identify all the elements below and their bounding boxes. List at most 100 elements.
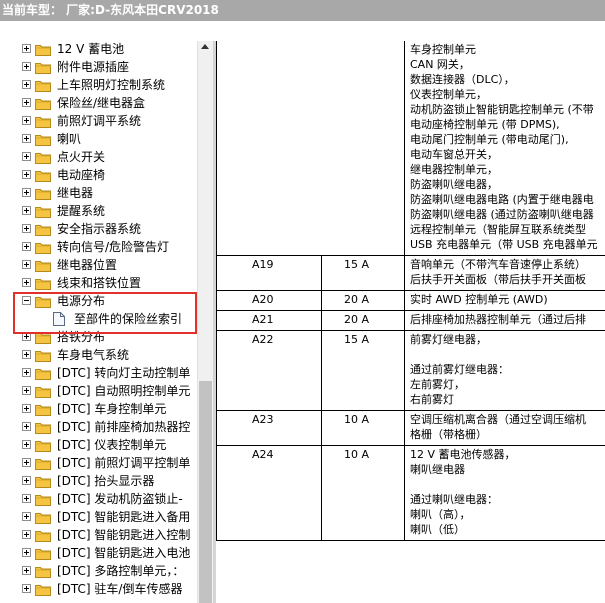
table-gridline bbox=[216, 41, 217, 540]
tree-item[interactable]: 提醒系统 bbox=[0, 202, 197, 220]
fuse-id: A22 bbox=[252, 333, 274, 346]
tree-item-label: 车身电气系统 bbox=[57, 348, 130, 362]
component-text: 仪表控制单元， bbox=[410, 88, 487, 101]
component-text: 防盗喇叭继电器电路 (内置于继电器电 bbox=[410, 193, 594, 206]
component-text: 通过前雾灯继电器： bbox=[410, 363, 509, 376]
tree-item[interactable]: 继电器 bbox=[0, 184, 197, 202]
tree-item[interactable]: 点火开关 bbox=[0, 148, 197, 166]
expand-icon[interactable] bbox=[22, 260, 31, 269]
expand-icon[interactable] bbox=[22, 404, 31, 413]
tree-item[interactable]: [DTC] 智能钥匙进入控制 bbox=[0, 526, 197, 544]
expand-icon[interactable] bbox=[22, 44, 31, 53]
folder-icon bbox=[35, 475, 51, 488]
expand-icon[interactable] bbox=[22, 170, 31, 179]
expand-icon[interactable] bbox=[22, 242, 31, 251]
expand-icon[interactable] bbox=[22, 62, 31, 71]
tree-item[interactable]: 前照灯调平系统 bbox=[0, 112, 197, 130]
component-text: USB 充电器单元（带 USB 充电器单元 bbox=[410, 238, 598, 251]
tree-item[interactable]: [DTC] 仪表控制单元 bbox=[0, 436, 197, 454]
component-text: 格栅（带格栅） bbox=[410, 428, 487, 441]
expand-icon[interactable] bbox=[22, 548, 31, 557]
folder-icon bbox=[35, 385, 51, 398]
tree-item[interactable]: 保险丝/继电器盒 bbox=[0, 94, 197, 112]
expand-icon[interactable] bbox=[22, 494, 31, 503]
tree-item-label: [DTC] 智能钥匙进入备用 bbox=[57, 510, 191, 524]
fuse-rating: 15 A bbox=[344, 258, 370, 271]
component-text: 防盗喇叭继电器 (通过防盗喇叭继电器 bbox=[410, 208, 594, 221]
expand-icon[interactable] bbox=[22, 530, 31, 539]
folder-icon bbox=[35, 547, 51, 560]
folder-icon bbox=[35, 133, 51, 146]
component-text: 音响单元（不带汽车音速停止系统） bbox=[410, 258, 586, 271]
expand-icon[interactable] bbox=[22, 512, 31, 521]
expand-icon[interactable] bbox=[22, 422, 31, 431]
table-gridline bbox=[404, 41, 405, 540]
folder-icon bbox=[35, 565, 51, 578]
expand-icon[interactable] bbox=[22, 350, 31, 359]
expand-icon[interactable] bbox=[22, 584, 31, 593]
tree-item-label: [DTC] 多路控制单元，： bbox=[57, 564, 185, 578]
folder-icon bbox=[35, 187, 51, 200]
expand-icon[interactable] bbox=[22, 134, 31, 143]
expand-icon[interactable] bbox=[22, 80, 31, 89]
tree-item-label: 电动座椅 bbox=[57, 168, 106, 182]
tree-item[interactable]: [DTC] 驻车/倒车传感器 bbox=[0, 580, 197, 598]
tree-scrollbar[interactable] bbox=[197, 41, 213, 603]
tree-item[interactable]: 附件电源插座 bbox=[0, 58, 197, 76]
tree-item-label: [DTC] 发动机防盗锁止- bbox=[57, 492, 183, 506]
expand-icon[interactable] bbox=[22, 278, 31, 287]
tree-item[interactable]: 转向信号/危险警告灯 bbox=[0, 238, 197, 256]
expand-icon[interactable] bbox=[22, 440, 31, 449]
expand-icon[interactable] bbox=[22, 152, 31, 161]
tree-item[interactable]: 继电器位置 bbox=[0, 256, 197, 274]
folder-icon bbox=[35, 97, 51, 110]
tree-item[interactable]: [DTC] 前排座椅加热器控 bbox=[0, 418, 197, 436]
expand-icon[interactable] bbox=[22, 224, 31, 233]
expand-icon[interactable] bbox=[22, 476, 31, 485]
fuse-table: 车身控制单元 CAN 网关， 数据连接器（DLC）， 仪表控制单元， 动机防盗锁止智能钥… bbox=[216, 41, 605, 603]
tree-item[interactable]: 上车照明灯控制系统 bbox=[0, 76, 197, 94]
folder-icon bbox=[35, 349, 51, 362]
component-text: 电动座椅控制单元 (带 DPMS), bbox=[410, 118, 560, 131]
tree-item[interactable]: 安全指示器系统 bbox=[0, 220, 197, 238]
expand-icon[interactable] bbox=[22, 458, 31, 467]
expand-icon[interactable] bbox=[22, 386, 31, 395]
tree-item-label: 继电器位置 bbox=[57, 258, 118, 272]
expand-icon[interactable] bbox=[22, 566, 31, 575]
tree-item[interactable]: 12 V 蓄电池 bbox=[0, 41, 197, 58]
tree-item-label: [DTC] 自动照明控制单元 bbox=[57, 384, 191, 398]
tree-item[interactable]: [DTC] 自动照明控制单元 bbox=[0, 382, 197, 400]
expand-icon[interactable] bbox=[22, 98, 31, 107]
table-gridline bbox=[321, 255, 322, 540]
tree-item[interactable]: [DTC] 转向灯主动控制单 bbox=[0, 364, 197, 382]
tree-item[interactable]: [DTC] 抬头显示器 bbox=[0, 472, 197, 490]
tree-item[interactable]: [DTC] 发动机防盗锁止- bbox=[0, 490, 197, 508]
tree-item[interactable]: [DTC] 智能钥匙进入备用 bbox=[0, 508, 197, 526]
scrollbar-thumb[interactable] bbox=[199, 381, 212, 603]
tree-item[interactable]: 喇叭 bbox=[0, 130, 197, 148]
fuse-id: A24 bbox=[252, 448, 274, 461]
scroll-up-arrow-icon[interactable] bbox=[201, 44, 209, 49]
tree-item[interactable]: 车身电气系统 bbox=[0, 346, 197, 364]
expand-icon[interactable] bbox=[22, 116, 31, 125]
tree-item[interactable]: [DTC] 前照灯调平控制单 bbox=[0, 454, 197, 472]
expand-icon[interactable] bbox=[22, 188, 31, 197]
expand-icon[interactable] bbox=[22, 368, 31, 377]
component-text: 前雾灯继电器， bbox=[410, 333, 487, 346]
table-gridline bbox=[216, 330, 605, 331]
tree-item-label: [DTC] 驻车/倒车传感器 bbox=[57, 582, 183, 596]
tree-item[interactable]: 线束和搭铁位置 bbox=[0, 274, 197, 292]
tree-item-label: [DTC] 转向灯主动控制单 bbox=[57, 366, 191, 380]
tree-item[interactable]: [DTC] 多路控制单元，： bbox=[0, 562, 197, 580]
tree-item-label: [DTC] 前排座椅加热器控 bbox=[57, 420, 191, 434]
component-text: 数据连接器（DLC）， bbox=[410, 73, 515, 86]
folder-icon bbox=[35, 169, 51, 182]
tree-item-label: [DTC] 智能钥匙进入电池 bbox=[57, 546, 191, 560]
tree-item[interactable]: [DTC] 车身控制单元 bbox=[0, 400, 197, 418]
folder-icon bbox=[35, 457, 51, 470]
folder-icon bbox=[35, 367, 51, 380]
expand-icon[interactable] bbox=[22, 206, 31, 215]
tree-item[interactable]: [DTC] 智能钥匙进入电池 bbox=[0, 544, 197, 562]
tree-item[interactable]: 电动座椅 bbox=[0, 166, 197, 184]
component-text: 实时 AWD 控制单元 (AWD) bbox=[410, 293, 548, 306]
